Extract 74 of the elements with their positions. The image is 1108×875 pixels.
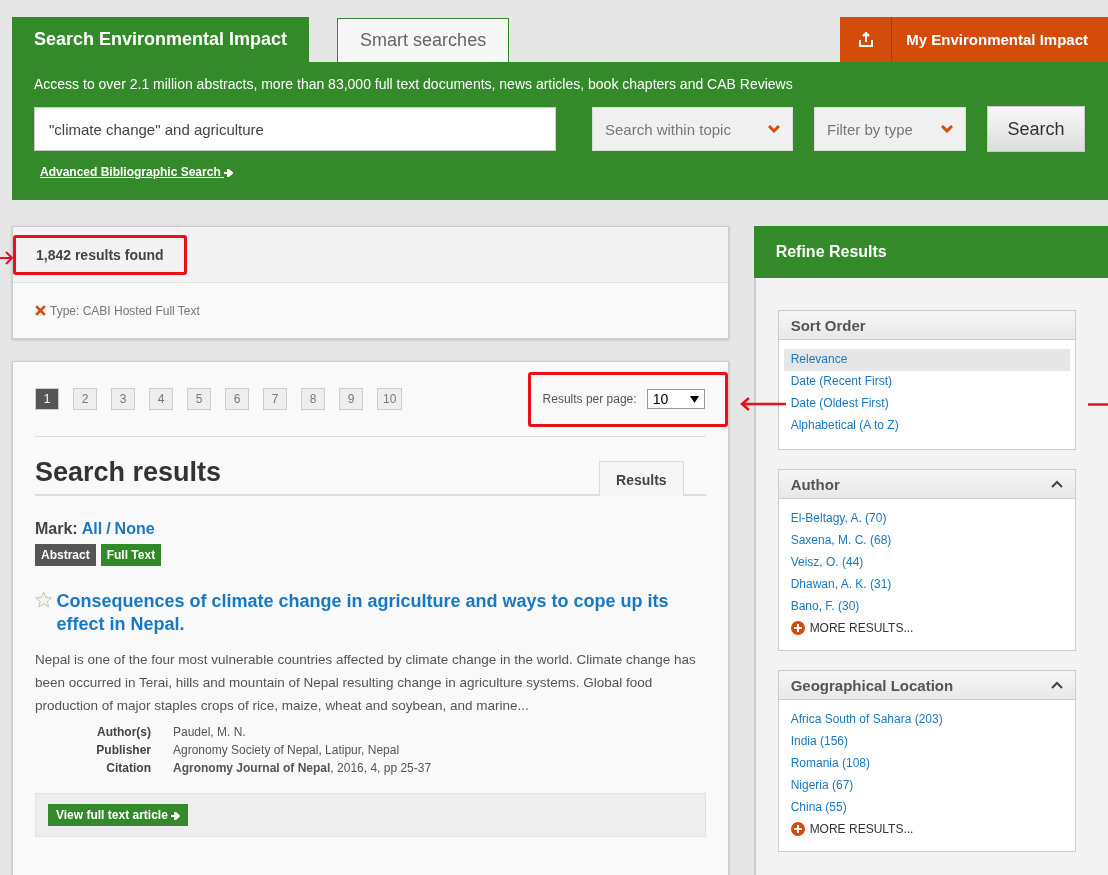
filter-heading: Geographical Location xyxy=(790,676,954,694)
view-full-text-button[interactable]: View full text article xyxy=(48,804,189,826)
meta-label: Citation xyxy=(105,761,151,775)
arrow-icon xyxy=(171,811,181,820)
filter-heading: Author xyxy=(790,475,840,493)
per-page-select[interactable]: 10 xyxy=(646,389,705,409)
dropdown[interactable]: Filter by type xyxy=(814,107,966,151)
search-tab[interactable]: Search Environmental Impact xyxy=(12,17,310,62)
meta-label: Publisher xyxy=(95,743,151,757)
type-tag: Abstract xyxy=(35,544,96,566)
filter-label: Type: CABI Hosted Full Text xyxy=(50,303,200,318)
results-count: 1,842 results found xyxy=(36,246,164,263)
page-button[interactable]: 7 xyxy=(263,388,287,410)
filter-option[interactable]: Date (Recent First) xyxy=(783,371,1070,393)
share-icon xyxy=(857,31,874,48)
result-title-link[interactable]: Consequences of climate change in agriculture and ways to cope up its effect in Nepal. xyxy=(56,590,706,636)
filter-option[interactable]: Saxena, M. C. (68) xyxy=(783,530,1070,552)
chevron-icon xyxy=(768,125,780,133)
abstract-text: Nepal is one of the four most vulnerable countries affected by climate change in the world. Climate change has been occurred in Terai, hills and mountain of Nepal resulting change in agriculture systems. Global food production of major staples crops of rice, maize, wheat and soybean, and marine... xyxy=(35,651,697,715)
filter-option[interactable]: India (156) xyxy=(783,731,1070,753)
search-tab[interactable]: Smart searches xyxy=(337,18,510,62)
annotation-arrow xyxy=(740,397,786,411)
filter-option[interactable]: China (55) xyxy=(783,797,1070,819)
page-button[interactable]: 10 xyxy=(377,388,403,410)
remove-icon[interactable] xyxy=(35,305,46,316)
filter-option[interactable]: Bano, F. (30) xyxy=(783,596,1070,618)
section-title: Search results xyxy=(35,457,222,488)
account-button[interactable]: My Environmental Impact xyxy=(840,17,1108,62)
meta-label: Author(s) xyxy=(96,725,151,739)
separator-text: / xyxy=(106,520,111,538)
page-button[interactable]: 2 xyxy=(73,388,97,410)
meta-value: Paudel, M. N. xyxy=(173,725,247,739)
star-icon[interactable] xyxy=(35,590,53,610)
annotation-line xyxy=(1088,403,1108,406)
plus-icon[interactable] xyxy=(790,822,805,836)
filter-option[interactable]: Africa South of Sahara (203) xyxy=(783,709,1070,731)
page-button[interactable]: 6 xyxy=(225,388,249,410)
advanced-search-link[interactable]: Advanced Bibliographic Search xyxy=(40,165,234,179)
search-field[interactable]: "climate change" and agriculture xyxy=(34,107,556,151)
more-results-link[interactable]: MORE RESULTS... xyxy=(809,822,914,836)
filter-option[interactable]: Date (Oldest First) xyxy=(783,393,1070,415)
mark-none-link[interactable]: None xyxy=(114,520,155,538)
filter-option[interactable]: Nigeria (67) xyxy=(783,775,1070,797)
search-button[interactable]: Search xyxy=(987,106,1085,152)
filter-option[interactable]: Alphabetical (A to Z) xyxy=(783,415,1070,437)
collapse-icon[interactable] xyxy=(1050,681,1063,689)
arrow-icon xyxy=(224,168,234,177)
filter-option[interactable]: Dhawan, A. K. (31) xyxy=(783,574,1070,596)
meta-value: Agronomy Society of Nepal, Latipur, Nepal xyxy=(173,743,401,757)
plus-icon[interactable] xyxy=(790,621,805,635)
page-button[interactable]: 8 xyxy=(301,388,325,410)
filter-option[interactable]: Relevance xyxy=(783,349,1070,371)
chevron-icon xyxy=(941,125,953,133)
filter-option[interactable]: Romania (108) xyxy=(783,753,1070,775)
page-button[interactable]: 5 xyxy=(187,388,211,410)
page-button[interactable]: 9 xyxy=(339,388,363,410)
collapse-icon[interactable] xyxy=(1050,480,1063,488)
more-results-link[interactable]: MORE RESULTS... xyxy=(809,621,914,635)
refine-header: Refine Results xyxy=(753,226,1108,278)
dropdown-arrow-icon xyxy=(689,395,699,403)
filter-option[interactable]: El-Beltagy, A. (70) xyxy=(783,508,1070,530)
mark-all-link[interactable]: All xyxy=(81,520,103,538)
page-button[interactable]: 3 xyxy=(111,388,135,410)
filter-option[interactable]: Veisz, O. (44) xyxy=(783,552,1070,574)
type-tag: Full Text xyxy=(100,544,162,566)
filter-heading: Sort Order xyxy=(790,316,866,334)
page-button[interactable]: 1 xyxy=(35,388,59,410)
description-text: Access to over 2.1 million abstracts, more than 83,000 full text documents, news articles, book chapters and CAB Reviews xyxy=(34,76,794,92)
results-tab[interactable]: Results xyxy=(599,461,684,496)
dropdown[interactable]: Search within topic xyxy=(592,107,793,151)
meta-value: Agronomy Journal of Nepal, 2016, 4, pp 25-37 xyxy=(173,761,433,775)
mark-label: Mark: xyxy=(35,520,78,538)
page-button[interactable]: 4 xyxy=(149,388,173,410)
per-page-label: Results per page: xyxy=(542,392,637,406)
